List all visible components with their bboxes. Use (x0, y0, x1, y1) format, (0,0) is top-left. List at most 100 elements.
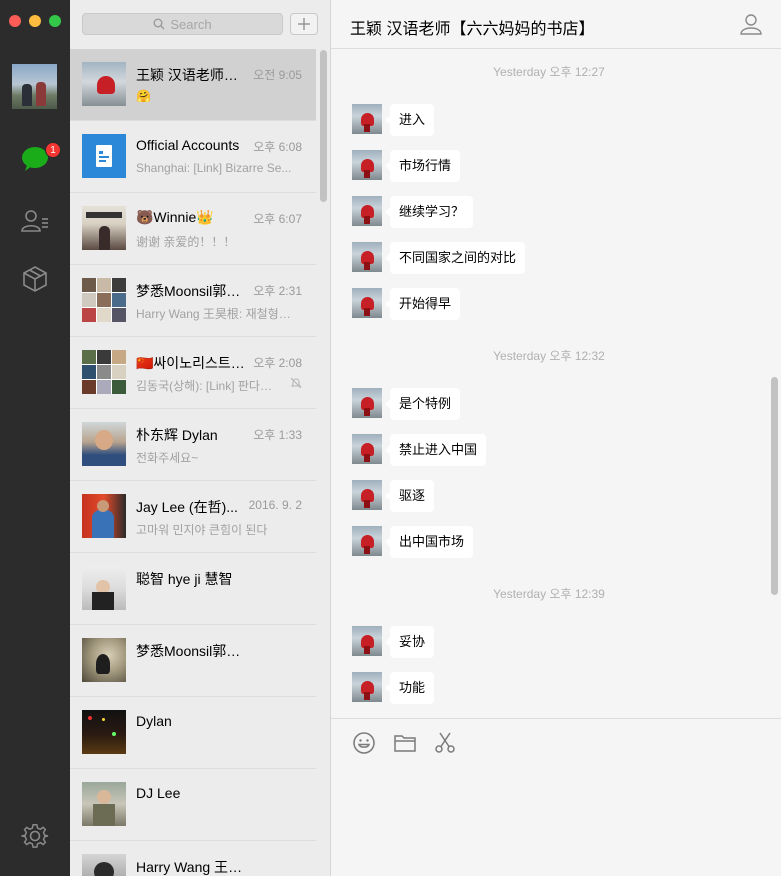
conversation-panel: 王颖 汉语老师【六六妈妈的书店】 Yesterday 오후 12:27 进入 市… (331, 0, 781, 876)
chat-list-scrollbar[interactable] (320, 50, 327, 202)
chat-time: 오후 6:07 (253, 212, 302, 226)
chat-time: 오전 9:05 (253, 68, 302, 82)
message-bubble[interactable]: 开始得早 (384, 288, 461, 320)
avatar[interactable] (352, 388, 382, 418)
group-avatar (82, 278, 126, 322)
message-bubble[interactable]: 功能 (384, 672, 435, 704)
avatar[interactable] (352, 434, 382, 464)
chat-name: Jay Lee (在哲)... (136, 499, 238, 515)
chat-time: 오후 1:33 (253, 428, 302, 442)
chat-name: 梦悉Moonsil郭… (136, 283, 241, 299)
scissors-icon[interactable] (433, 731, 457, 755)
message-bubble[interactable]: 市场行情 (384, 150, 461, 182)
search-input[interactable]: Search (82, 13, 283, 35)
message-bubble[interactable]: 驱逐 (384, 480, 435, 512)
timestamp: Yesterday 오후 12:27 (493, 65, 605, 79)
avatar[interactable] (352, 104, 382, 134)
avatar (82, 710, 126, 754)
folder-icon[interactable] (393, 731, 417, 755)
chat-list-item[interactable]: 朴东辉 Dylan 오후 1:33 전화주세요~ (70, 409, 316, 481)
avatar (82, 782, 126, 826)
chat-list-item[interactable]: Harry Wang 王昊根 (70, 841, 316, 876)
chat-list-item[interactable]: DJ Lee (70, 769, 316, 841)
message-bubble[interactable]: 禁止进入中国 (384, 434, 487, 466)
official-accounts-icon (96, 145, 112, 167)
chat-list-item[interactable]: Dylan (70, 697, 316, 769)
chat-preview: 고마워 민지야 큰힘이 된다 (136, 523, 268, 537)
chat-preview: Shanghai: [Link] Bizarre Se... (136, 161, 292, 175)
avatar[interactable] (352, 150, 382, 180)
chat-time: 2016. 9. 2 (248, 498, 302, 512)
chat-list: 王颖 汉语老师【六六妈妈的书店】 오전 9:05 🤗 Official Acco… (70, 49, 316, 876)
plus-icon (298, 18, 310, 30)
chat-name: 🇨🇳싸이노리스트🇰🇷 (136, 355, 248, 371)
message-bubble[interactable]: 出中国市场 (384, 526, 474, 558)
avatar (82, 62, 126, 106)
chat-name: 梦悉Moonsil郭纹实 (136, 643, 248, 659)
chat-preview: 谢谢 亲爱的！！！ (136, 235, 236, 249)
chat-preview: 김동국(상해): [Link] 판다뉴... (136, 379, 276, 393)
chat-list-item[interactable]: Official Accounts 오후 6:08 Shanghai: [Lin… (70, 121, 316, 193)
group-avatar (82, 350, 126, 394)
avatar (82, 206, 126, 250)
message-list: Yesterday 오후 12:27 进入 市场行情 继续学习？ 不同国家之间的… (331, 50, 781, 718)
chat-list-item[interactable]: 🐻Winnie👑 오후 6:07 谢谢 亲爱的！！！ (70, 193, 316, 265)
timestamp: Yesterday 오후 12:39 (493, 587, 605, 601)
avatar (82, 854, 126, 876)
avatar[interactable] (352, 626, 382, 656)
chat-name: Dylan (136, 713, 172, 729)
chat-time: 오후 2:31 (253, 284, 302, 298)
chat-list-item[interactable]: 梦悉Moonsil郭… 오후 2:31 Harry Wang 王昊根: 재철형님… (70, 265, 316, 337)
wechat-window: 1 Search 王颖 汉语老师【六六妈妈的书店】 오전 9: (0, 0, 781, 876)
chat-list-item[interactable]: 聪智 hye ji 慧智 (70, 553, 316, 625)
chat-list-item[interactable]: 梦悉Moonsil郭纹实 (70, 625, 316, 697)
contacts-icon[interactable] (19, 205, 51, 237)
chat-name: DJ Lee (136, 785, 181, 801)
avatar[interactable] (352, 242, 382, 272)
avatar[interactable] (352, 288, 382, 318)
avatar (82, 566, 126, 610)
conversation-header: 王颖 汉语老师【六六妈妈的书店】 (331, 0, 781, 49)
avatar[interactable] (352, 196, 382, 226)
timestamp: Yesterday 오후 12:32 (493, 349, 605, 363)
chat-name: Official Accounts (136, 137, 240, 153)
avatar (82, 422, 126, 466)
chat-time: 오후 6:08 (253, 140, 302, 154)
chat-name: 聪智 hye ji 慧智 (136, 571, 233, 587)
conversation-title: 王颖 汉语老师【六六妈妈的书店】 (350, 21, 595, 38)
search-placeholder: Search (170, 16, 212, 32)
avatar (82, 494, 126, 538)
avatar[interactable] (352, 526, 382, 556)
my-avatar[interactable] (12, 64, 57, 109)
message-bubble[interactable]: 是个特例 (384, 388, 461, 420)
chat-time: 오후 2:08 (253, 356, 302, 370)
avatar[interactable] (352, 672, 382, 702)
avatar (82, 134, 126, 178)
avatar (82, 638, 126, 682)
message-bubble[interactable]: 进入 (384, 104, 435, 136)
conversation-scrollbar[interactable] (771, 377, 778, 595)
window-close-button[interactable] (9, 15, 21, 27)
chat-list-item[interactable]: 🇨🇳싸이노리스트🇰🇷 오후 2:08 김동국(상해): [Link] 판다뉴..… (70, 337, 316, 409)
window-maximize-button[interactable] (49, 15, 61, 27)
chat-list-item[interactable]: 王颖 汉语老师【六六妈妈的书店】 오전 9:05 🤗 (70, 49, 316, 121)
gear-icon[interactable] (19, 820, 51, 852)
message-bubble[interactable]: 妥协 (384, 626, 435, 658)
chat-preview: 전화주세요~ (136, 451, 199, 465)
message-bubble[interactable]: 不同国家之间的对比 (384, 242, 526, 274)
avatar[interactable] (352, 480, 382, 510)
window-minimize-button[interactable] (29, 15, 41, 27)
person-icon[interactable] (740, 13, 762, 35)
emoji-icon[interactable] (352, 731, 376, 755)
cube-icon[interactable] (19, 263, 51, 295)
chat-preview: Harry Wang 王昊根: 재철형님... (136, 307, 296, 321)
left-sidebar: 1 (0, 0, 70, 876)
mute-bell-icon (290, 377, 302, 389)
new-chat-button[interactable] (290, 13, 318, 35)
message-bubble[interactable]: 继续学习？ (384, 196, 474, 228)
message-composer[interactable] (331, 718, 781, 876)
unread-badge: 1 (45, 142, 61, 158)
chat-list-item[interactable]: Jay Lee (在哲)... 2016. 9. 2 고마워 민지야 큰힘이 된… (70, 481, 316, 553)
chat-list-panel: Search 王颖 汉语老师【六六妈妈的书店】 오전 9:05 🤗 (70, 0, 331, 876)
chat-preview: 🤗 (136, 89, 151, 103)
